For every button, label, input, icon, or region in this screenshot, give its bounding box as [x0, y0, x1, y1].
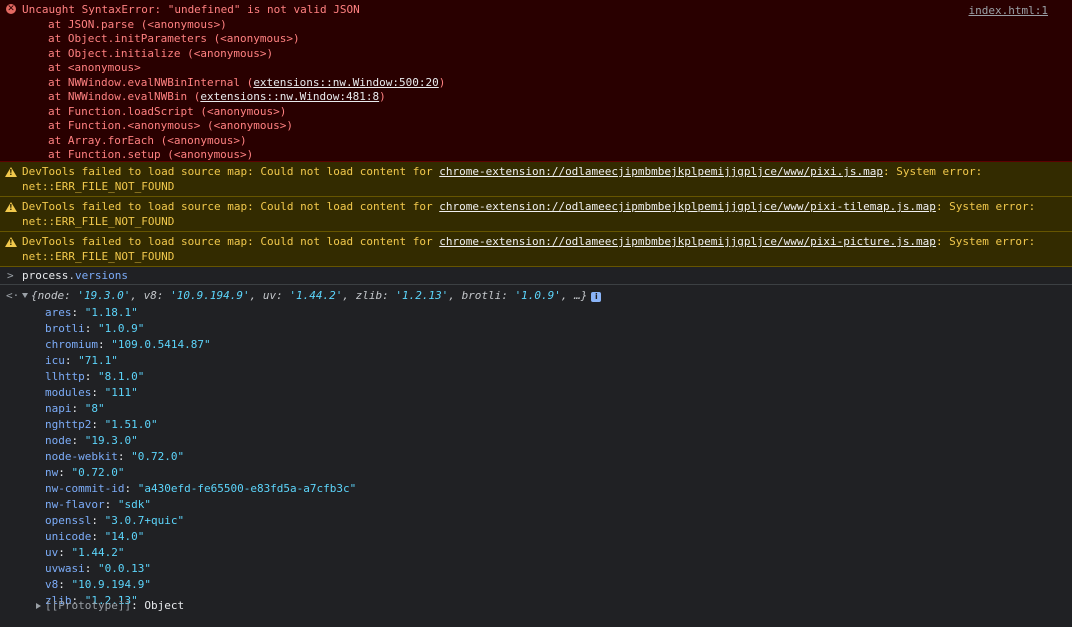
- property-value: "10.9.194.9": [71, 578, 151, 591]
- property-value: "0.72.0": [71, 466, 125, 479]
- source-map-link[interactable]: chrome-extension://odlameecjipmbmbejkplp…: [439, 235, 936, 248]
- property-value: "1.0.9": [98, 322, 145, 335]
- warning-text: DevTools failed to load source map: Coul…: [22, 235, 1042, 263]
- stack-line: at Object.initParameters (<anonymous>): [48, 32, 300, 45]
- property-value: "109.0.5414.87": [111, 338, 211, 351]
- property-row: node-webkit: "0.72.0": [45, 450, 185, 463]
- property-value: "3.0.7+quic": [104, 514, 185, 527]
- property-key: napi: [45, 402, 72, 415]
- return-arrow-icon: <·: [6, 289, 20, 302]
- property-list: ares: "1.18.1" brotli: "1.0.9" chromium: "…: [45, 305, 356, 609]
- property-value: "a430efd-fe65500-e83fd5a-a7cfb3c": [137, 482, 357, 495]
- property-key: unicode: [45, 530, 92, 543]
- stack-line: at <anonymous>: [48, 61, 141, 74]
- stack-line: at NWWindow.evalNWBin (extensions::nw.Wi…: [48, 90, 386, 103]
- stack-line: at Function.setup (<anonymous>): [48, 148, 254, 161]
- error-text: Uncaught SyntaxError: "undefined" is not…: [22, 3, 360, 16]
- property-row: ares: "1.18.1": [45, 306, 138, 319]
- property-key: uv: [45, 546, 59, 559]
- property-key: openssl: [45, 514, 92, 527]
- prototype-row[interactable]: [[Prototype]]: Object: [36, 599, 184, 612]
- stack-source-link[interactable]: extensions::nw.Window:481:8: [200, 90, 379, 103]
- property-row: napi: "8": [45, 402, 105, 415]
- property-row: node: "19.3.0": [45, 434, 138, 447]
- stack-source-link[interactable]: extensions::nw.Window:500:20: [253, 76, 438, 89]
- property-value: "19.3.0": [84, 434, 138, 447]
- source-link[interactable]: index.html:1: [969, 4, 1048, 17]
- property-row: icu: "71.1": [45, 354, 118, 367]
- object-summary[interactable]: {node: '19.3.0', v8: '10.9.194.9', uv: '…: [22, 289, 602, 302]
- property-key: llhttp: [45, 370, 85, 383]
- stack-line: at Array.forEach (<anonymous>): [48, 133, 247, 147]
- stack-line: at Function.loadScript (<anonymous>): [48, 104, 287, 118]
- property-value: "1.18.1": [84, 306, 138, 319]
- property-key: uvwasi: [45, 562, 85, 575]
- warning-text: DevTools failed to load source map: Coul…: [22, 165, 989, 193]
- property-value: "1.51.0": [104, 418, 158, 431]
- warning-text: DevTools failed to load source map: Coul…: [22, 200, 1042, 228]
- expand-triangle-icon[interactable]: [22, 293, 28, 298]
- property-row: unicode: "14.0": [45, 530, 145, 543]
- stack-line: at Object.initialize (<anonymous>): [48, 46, 274, 60]
- property-row: nw-commit-id: "a430efd-fe65500-e83fd5a-a…: [45, 482, 357, 495]
- property-key: icu: [45, 354, 65, 367]
- warning-icon: [5, 202, 17, 212]
- error-message: ✕ Uncaught SyntaxError: "undefined" is n…: [0, 0, 1072, 162]
- input-expression: process.versions: [22, 269, 128, 282]
- property-row: chromium: "109.0.5414.87": [45, 338, 211, 351]
- property-key: node-webkit: [45, 450, 118, 463]
- chevron-right-icon: >: [7, 269, 14, 282]
- error-icon: ✕: [6, 4, 16, 14]
- console-input-entry[interactable]: > process.versions: [0, 267, 1072, 285]
- property-key: nghttp2: [45, 418, 92, 431]
- property-row: uvwasi: "0.0.13": [45, 562, 151, 575]
- property-row: nw: "0.72.0": [45, 466, 125, 479]
- property-value: "14.0": [104, 530, 145, 543]
- property-key: nw: [45, 466, 59, 479]
- expand-right-triangle-icon[interactable]: [36, 603, 41, 609]
- console-output: <· {node: '19.3.0', v8: '10.9.194.9', uv…: [0, 285, 1072, 615]
- warning-icon: [5, 167, 17, 177]
- property-row: uv: "1.44.2": [45, 546, 125, 559]
- property-key: ares: [45, 306, 72, 319]
- property-key: node: [45, 434, 72, 447]
- property-key: modules: [45, 386, 92, 399]
- property-row: v8: "10.9.194.9": [45, 578, 151, 591]
- warning-icon: [5, 237, 17, 247]
- property-key: brotli: [45, 322, 85, 335]
- source-map-link[interactable]: chrome-extension://odlameecjipmbmbejkplp…: [439, 165, 883, 178]
- property-key: v8: [45, 578, 59, 591]
- warning-message: DevTools failed to load source map: Coul…: [0, 162, 1072, 197]
- property-row: brotli: "1.0.9": [45, 322, 145, 335]
- property-key: chromium: [45, 338, 98, 351]
- stack-line: at Function.<anonymous> (<anonymous>): [48, 119, 294, 132]
- property-value: "sdk": [117, 498, 151, 511]
- property-row: llhttp: "8.1.0": [45, 370, 145, 383]
- warning-message: DevTools failed to load source map: Coul…: [0, 232, 1072, 267]
- property-key: nw-commit-id: [45, 482, 125, 495]
- property-value: "0.0.13": [98, 562, 151, 575]
- property-value: "8.1.0": [98, 370, 145, 383]
- property-value: "1.44.2": [71, 546, 125, 559]
- stack-line: at JSON.parse (<anonymous>): [48, 17, 227, 31]
- warning-message: DevTools failed to load source map: Coul…: [0, 197, 1072, 232]
- property-value: "0.72.0": [131, 450, 185, 463]
- info-icon[interactable]: i: [591, 292, 602, 302]
- stack-line: at NWWindow.evalNWBinInternal (extension…: [48, 75, 446, 89]
- property-value: "71.1": [78, 354, 118, 367]
- source-map-link[interactable]: chrome-extension://odlameecjipmbmbejkplp…: [439, 200, 936, 213]
- property-value: "8": [84, 402, 105, 415]
- property-row: openssl: "3.0.7+quic": [45, 514, 185, 527]
- property-row: modules: "111": [45, 386, 138, 399]
- property-row: nw-flavor: "sdk": [45, 498, 151, 511]
- property-value: "111": [104, 386, 138, 399]
- property-key: nw-flavor: [45, 498, 105, 511]
- property-row: nghttp2: "1.51.0": [45, 418, 158, 431]
- devtools-console: ✕ Uncaught SyntaxError: "undefined" is n…: [0, 0, 1072, 627]
